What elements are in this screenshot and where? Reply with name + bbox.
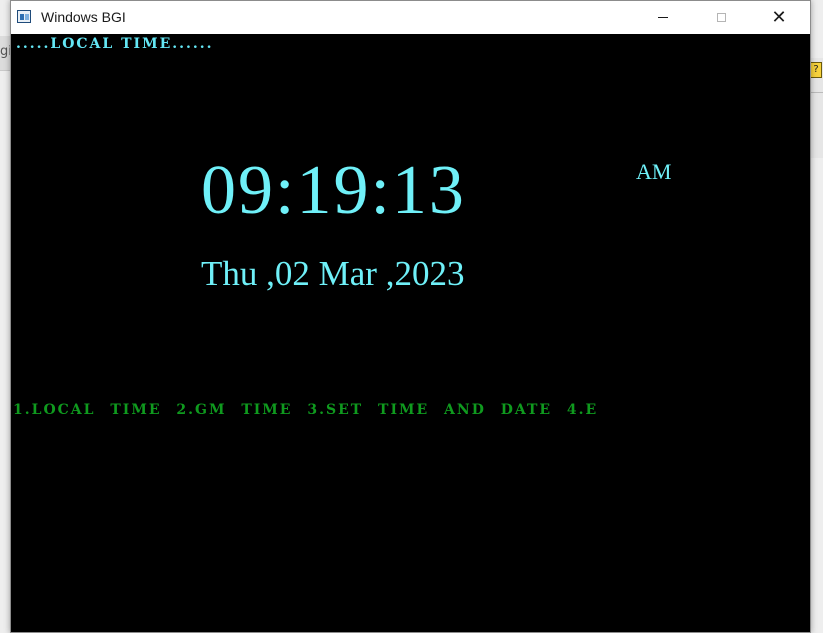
maximize-button[interactable] xyxy=(698,1,744,34)
mode-header: .....LOCAL TIME...... xyxy=(16,36,214,52)
title-bar[interactable]: Windows BGI ✕ xyxy=(11,1,810,34)
app-window-icon xyxy=(17,10,31,23)
minimize-icon xyxy=(658,17,668,18)
clock-date: Thu ,02 Mar ,2023 xyxy=(201,254,465,293)
help-icon[interactable]: ? xyxy=(810,62,822,78)
window-title: Windows BGI xyxy=(41,9,126,25)
background-divider xyxy=(811,92,823,93)
clock-time: 09:19:13 xyxy=(201,152,466,229)
close-icon: ✕ xyxy=(771,6,787,28)
clock-meridiem: AM xyxy=(636,159,672,184)
bgi-window: Windows BGI ✕ .....LOCAL TIME...... 09:1… xyxy=(10,0,811,633)
graphics-canvas: .....LOCAL TIME...... 09:19:13 AM Thu ,0… xyxy=(11,34,810,632)
menu-options: 1.LOCAL TIME 2.GM TIME 3.SET TIME AND DA… xyxy=(13,402,599,418)
maximize-icon xyxy=(716,13,726,22)
minimize-button[interactable] xyxy=(640,1,686,34)
close-button[interactable]: ✕ xyxy=(756,1,802,34)
